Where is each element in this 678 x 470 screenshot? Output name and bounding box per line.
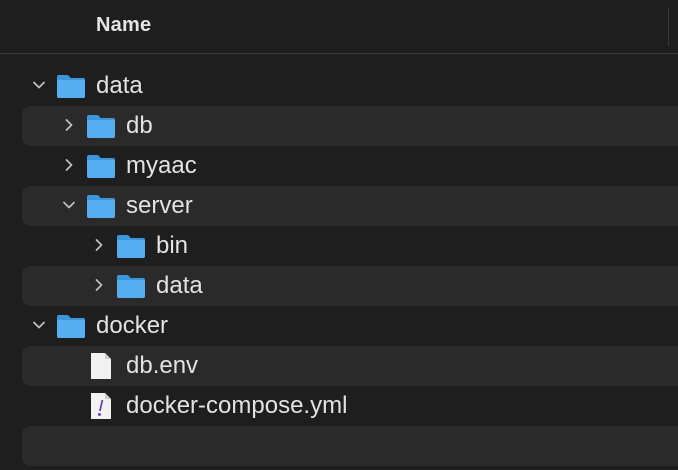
tree-row-data[interactable]: data: [22, 66, 678, 106]
name-column-header[interactable]: Name: [96, 14, 151, 37]
tree-item-label: db: [126, 112, 153, 139]
tree-row-server-data[interactable]: data: [22, 266, 678, 306]
chevron-right-icon[interactable]: [92, 278, 106, 292]
chevron-right-icon[interactable]: [62, 158, 76, 172]
tree-row-db-env[interactable]: db.env: [22, 346, 678, 386]
tree-item-label: myaac: [126, 152, 197, 179]
folder-icon: [56, 313, 86, 339]
folder-icon: [86, 193, 116, 219]
column-header: Name: [0, 0, 678, 54]
empty-row: [22, 426, 678, 466]
tree-item-label: bin: [156, 232, 189, 259]
tree-item-label: docker: [96, 312, 169, 339]
folder-icon: [56, 73, 86, 99]
folder-icon: [86, 113, 116, 139]
finder-window: Name data db myaac server bin data docke…: [0, 0, 678, 470]
folder-icon: [116, 233, 146, 259]
tree-item-label: data: [96, 72, 143, 99]
column-divider[interactable]: [668, 8, 669, 46]
folder-icon: [116, 273, 146, 299]
chevron-right-icon[interactable]: [62, 118, 76, 132]
folder-icon: [86, 153, 116, 179]
yaml-file-icon: [86, 392, 116, 420]
tree-row-bin[interactable]: bin: [22, 226, 678, 266]
tree-row-db[interactable]: db: [22, 106, 678, 146]
tree-row-docker[interactable]: docker: [22, 306, 678, 346]
chevron-right-icon[interactable]: [92, 238, 106, 252]
chevron-down-icon[interactable]: [32, 318, 46, 332]
tree-item-label: data: [156, 272, 203, 299]
tree-item-label: docker-compose.yml: [126, 392, 348, 419]
tree-row-server[interactable]: server: [22, 186, 678, 226]
chevron-down-icon[interactable]: [32, 78, 46, 92]
document-icon: [86, 352, 116, 380]
tree-row-myaac[interactable]: myaac: [22, 146, 678, 186]
chevron-down-icon[interactable]: [62, 198, 76, 212]
tree-item-label: db.env: [126, 352, 199, 379]
tree-item-label: server: [126, 192, 193, 219]
tree-row-docker-compose[interactable]: docker-compose.yml: [22, 386, 678, 426]
